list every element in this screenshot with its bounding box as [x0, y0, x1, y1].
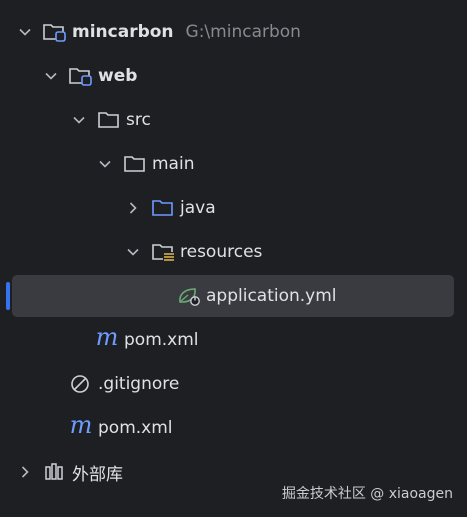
- tree-row-main[interactable]: main: [0, 142, 467, 186]
- chevron-down-icon[interactable]: [16, 23, 34, 41]
- module-folder-icon: [42, 21, 68, 43]
- folder-icon: [96, 109, 122, 131]
- tree-label: 外部库: [72, 464, 123, 485]
- tree-label: pom.xml: [124, 330, 199, 350]
- tree-row-resources[interactable]: resources: [0, 230, 467, 274]
- tree-row-src[interactable]: src: [0, 98, 467, 142]
- tree-row-web[interactable]: web: [0, 54, 467, 98]
- tree-label: pom.xml: [98, 418, 173, 438]
- tree-label: application.yml: [206, 286, 337, 306]
- tree-row-root-pom[interactable]: m pom.xml: [0, 406, 467, 450]
- ignore-file-icon: [68, 373, 94, 395]
- tree-row-mincarbon[interactable]: mincarbon G:\mincarbon: [0, 10, 467, 54]
- spring-config-icon: [176, 285, 202, 307]
- chevron-down-icon[interactable]: [96, 155, 114, 173]
- project-tree: mincarbon G:\mincarbon web src main java…: [0, 10, 467, 494]
- tree-label: src: [126, 110, 151, 130]
- maven-icon: m: [95, 323, 119, 351]
- module-folder-icon: [68, 65, 94, 87]
- chevron-right-icon[interactable]: [124, 199, 142, 217]
- tree-row-application-yml[interactable]: application.yml: [0, 274, 467, 318]
- tree-label: main: [152, 154, 195, 174]
- library-icon: [42, 461, 68, 483]
- tree-row-java[interactable]: java: [0, 186, 467, 230]
- maven-icon: m: [69, 411, 93, 439]
- tree-label: java: [180, 198, 216, 218]
- source-folder-icon: [150, 197, 176, 219]
- chevron-right-icon[interactable]: [16, 463, 34, 481]
- tree-row-gitignore[interactable]: .gitignore: [0, 362, 467, 406]
- project-path: G:\mincarbon: [185, 22, 301, 42]
- tree-label: web: [98, 66, 138, 86]
- resources-folder-icon: [150, 241, 176, 263]
- tree-label: .gitignore: [98, 374, 180, 394]
- chevron-down-icon[interactable]: [124, 243, 142, 261]
- tree-label: mincarbon: [72, 22, 174, 42]
- chevron-down-icon[interactable]: [42, 67, 60, 85]
- tree-label: resources: [180, 242, 263, 262]
- folder-icon: [122, 153, 148, 175]
- chevron-down-icon[interactable]: [70, 111, 88, 129]
- watermark: 掘金技术社区 @ xiaoagen: [281, 486, 453, 502]
- tree-row-web-pom[interactable]: m pom.xml: [0, 318, 467, 362]
